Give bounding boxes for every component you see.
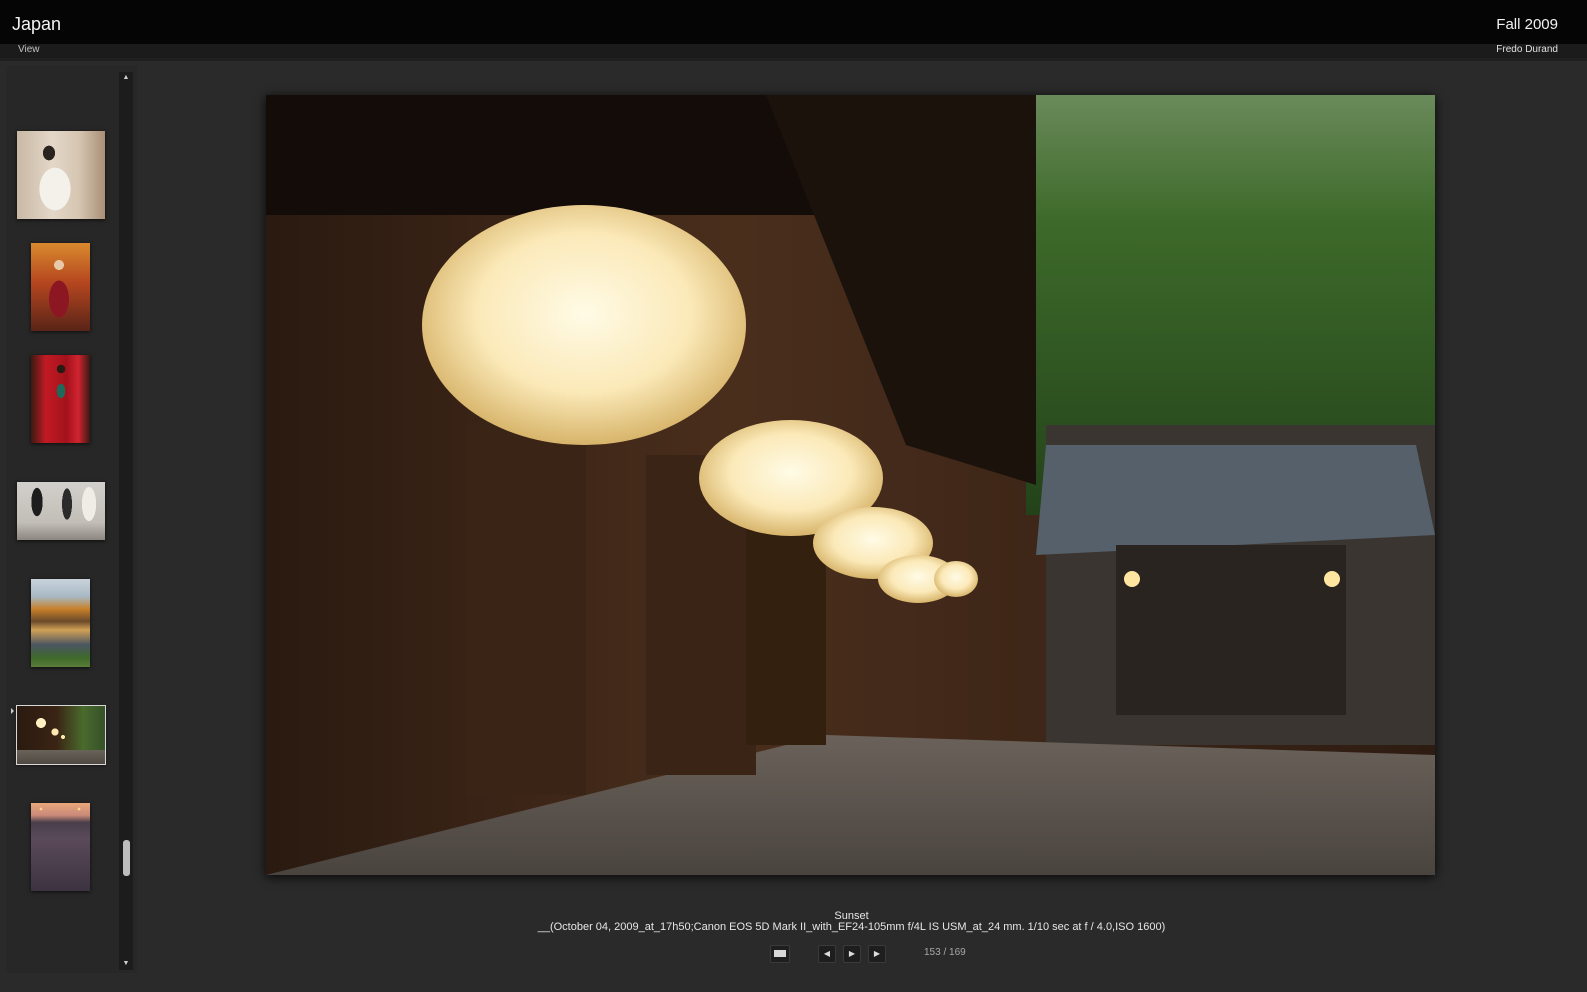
scrollbar-thumb[interactable]: [123, 840, 130, 876]
next-icon[interactable]: ▶: [868, 945, 886, 963]
photo-counter: 153 / 169: [924, 947, 966, 958]
thumbnail-priest[interactable]: [17, 131, 105, 219]
photo-metadata: __(October 04, 2009_at_17h50;Canon EOS 5…: [537, 921, 1166, 933]
slideshow-controls: ◀ ▶ ▶ 153 / 169: [0, 945, 1587, 963]
selected-marker-icon: [11, 708, 14, 714]
collection-title: Fall 2009: [1496, 16, 1558, 33]
view-menu[interactable]: View: [18, 44, 40, 55]
play-icon[interactable]: ▶: [843, 945, 861, 963]
thumbnail-procession[interactable]: [17, 482, 105, 540]
thumbnail-kimono-detail[interactable]: [31, 355, 90, 443]
scroll-up-icon[interactable]: ▲: [119, 72, 133, 84]
filmstrip-scrollbar[interactable]: ▲ ▼: [119, 72, 133, 970]
thumbnail-kimono-woman[interactable]: [31, 243, 90, 331]
sub-bar: [0, 44, 1587, 58]
site-title: Japan: [12, 14, 62, 34]
display-mode-icon[interactable]: [770, 945, 790, 963]
thumbnail-street-dusk[interactable]: [31, 803, 90, 891]
thumbnail-pavilion[interactable]: [31, 579, 90, 667]
photo-lanterns-temple: [266, 95, 1435, 875]
photo-title: Sunset: [834, 910, 869, 922]
top-bar: Japan Fall 2009: [0, 0, 1587, 44]
header-divider: [0, 58, 1587, 61]
main-photo[interactable]: [266, 95, 1435, 875]
previous-icon[interactable]: ◀: [818, 945, 836, 963]
thumbnail-lanterns-selected[interactable]: [16, 705, 106, 765]
author-name: Fredo Durand: [1496, 44, 1558, 55]
